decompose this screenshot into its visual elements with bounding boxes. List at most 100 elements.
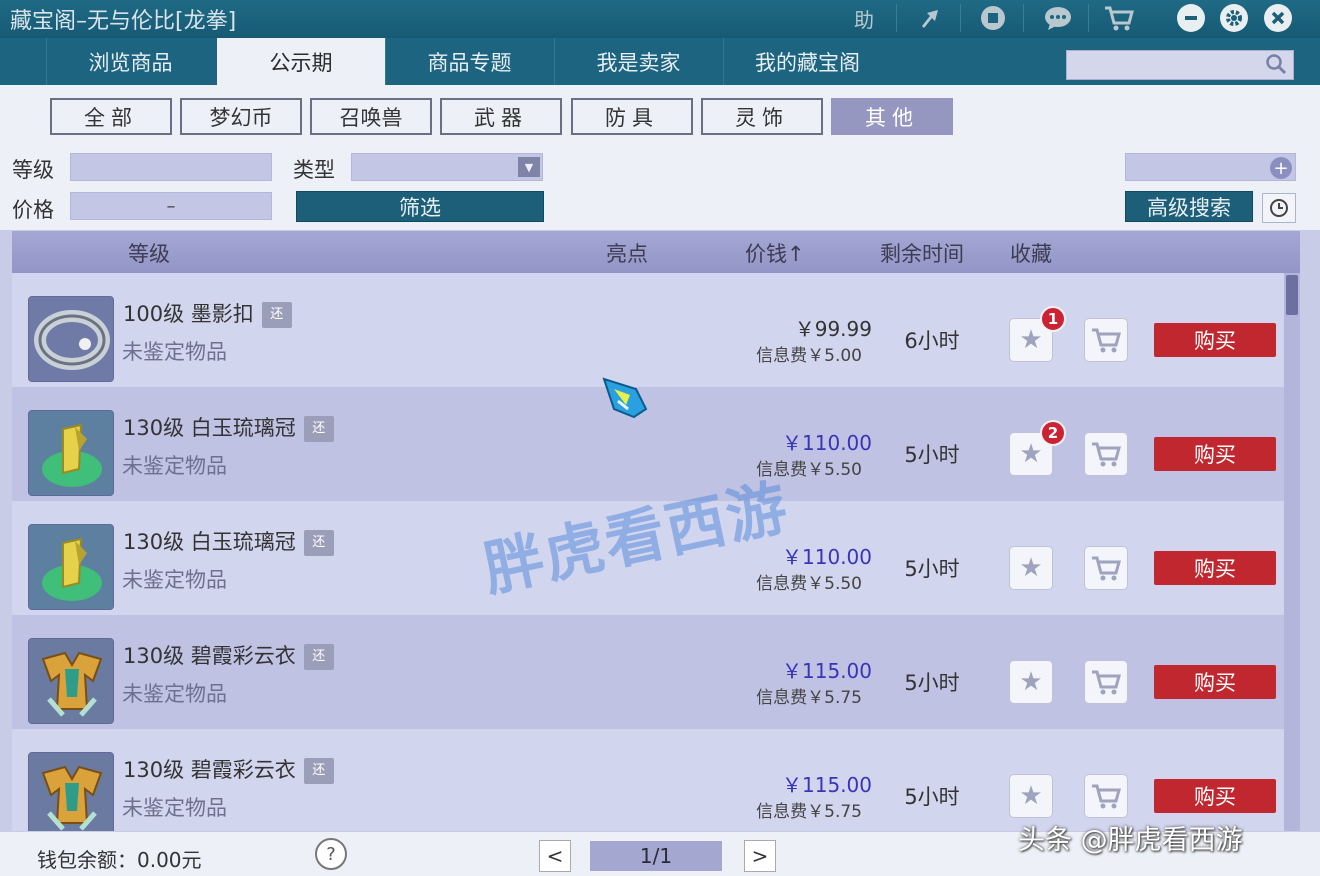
category-all[interactable]: 全部: [50, 98, 172, 135]
category-pets[interactable]: 召唤兽: [310, 98, 432, 135]
add-to-cart-button[interactable]: [1084, 660, 1128, 704]
help-tool-button[interactable]: 助: [846, 3, 882, 33]
crown-icon: [28, 524, 114, 610]
chat-icon[interactable]: [1040, 3, 1076, 33]
page-indicator: 1/1: [590, 841, 722, 871]
header-level[interactable]: 等级: [128, 238, 170, 268]
header-price[interactable]: 价钱↑: [745, 238, 805, 268]
item-fee: 信息费￥5.00: [756, 346, 862, 366]
favorite-button[interactable]: ★: [1009, 546, 1053, 590]
item-name-text: 130级 碧霞彩云衣: [123, 644, 296, 668]
crown-icon: [28, 410, 114, 496]
help-icon[interactable]: ?: [315, 838, 347, 870]
tab-public-period[interactable]: 公示期: [217, 38, 385, 85]
cart-icon[interactable]: [1101, 3, 1137, 33]
tab-browse[interactable]: 浏览商品: [46, 38, 214, 85]
share-icon[interactable]: [912, 3, 948, 33]
header-favorite[interactable]: 收藏: [1010, 238, 1052, 268]
buy-button[interactable]: 购买: [1154, 551, 1276, 585]
price-label: 价格: [12, 198, 54, 222]
return-tag: 还: [303, 758, 334, 784]
header-highlight[interactable]: 亮点: [606, 238, 648, 268]
robe-icon: [28, 752, 114, 831]
gear-icon[interactable]: [1220, 4, 1248, 32]
close-icon[interactable]: [1264, 4, 1292, 32]
category-armor[interactable]: 防具: [571, 98, 693, 135]
credit-watermark: 头条 @胖虎看西游: [1018, 825, 1243, 856]
return-tag: 还: [303, 530, 334, 556]
type-select[interactable]: ▼: [351, 153, 543, 181]
price-range-input[interactable]: –: [70, 192, 272, 220]
filter-button[interactable]: 筛选: [296, 191, 544, 222]
return-tag: 还: [261, 302, 292, 328]
scrollbar[interactable]: [1284, 273, 1300, 831]
tab-topics[interactable]: 商品专题: [385, 38, 553, 85]
tab-label: 我的藏宝阁: [755, 50, 860, 75]
extra-search-input[interactable]: +: [1125, 153, 1296, 181]
buy-button[interactable]: 购买: [1154, 323, 1276, 357]
favorite-button[interactable]: ★: [1009, 774, 1053, 818]
filter-panel: 等级 类型 ▼ + 价格 – 筛选 高级搜索: [0, 145, 1320, 230]
add-to-cart-button[interactable]: [1084, 774, 1128, 818]
table-row[interactable]: 100级 墨影扣还 未鉴定物品 ￥99.99 信息费￥5.00 6小时 ★ 1 …: [12, 273, 1284, 387]
favorite-count-badge: 2: [1040, 420, 1066, 446]
tab-seller[interactable]: 我是卖家: [554, 38, 722, 85]
header-remaining-time[interactable]: 剩余时间: [880, 238, 964, 268]
item-status: 未鉴定物品: [122, 796, 227, 820]
item-name: 130级 碧霞彩云衣还: [123, 640, 334, 670]
table-row[interactable]: 130级 碧霞彩云衣还 未鉴定物品 ￥115.00 信息费￥5.75 5小时 ★…: [12, 729, 1284, 831]
item-name: 130级 白玉琉璃冠还: [123, 526, 334, 556]
prev-page-button[interactable]: <: [539, 840, 571, 872]
item-price: ￥99.99: [794, 317, 872, 341]
buy-button[interactable]: 购买: [1154, 437, 1276, 471]
tab-my-treasure[interactable]: 我的藏宝阁: [723, 38, 891, 85]
item-fee: 信息费￥5.50: [756, 460, 862, 480]
divider: [896, 4, 897, 32]
star-icon: ★: [1019, 781, 1043, 811]
item-status: 未鉴定物品: [122, 340, 227, 364]
item-fee: 信息费￥5.75: [756, 688, 862, 708]
search-input[interactable]: [1066, 50, 1294, 80]
item-remaining-time: 5小时: [904, 557, 960, 581]
star-icon: ★: [1019, 667, 1043, 697]
search-icon[interactable]: [1265, 53, 1287, 80]
favorite-button[interactable]: ★: [1009, 660, 1053, 704]
price-separator: –: [166, 195, 176, 217]
cart-icon: [1092, 442, 1121, 467]
wallet-balance: 钱包余额：0.00元: [37, 848, 202, 872]
plus-icon[interactable]: +: [1270, 157, 1292, 179]
minimize-icon[interactable]: [1177, 4, 1205, 32]
category-other[interactable]: 其他: [831, 98, 953, 135]
main-tab-bar: 浏览商品 公示期 商品专题 我是卖家 我的藏宝阁: [0, 38, 1320, 85]
add-to-cart-button[interactable]: [1084, 318, 1128, 362]
item-status: 未鉴定物品: [122, 682, 227, 706]
item-remaining-time: 5小时: [904, 443, 960, 467]
buy-button[interactable]: 购买: [1154, 665, 1276, 699]
item-name-text: 130级 白玉琉璃冠: [123, 530, 296, 554]
item-name-text: 130级 白玉琉璃冠: [123, 416, 296, 440]
scrollbar-thumb[interactable]: [1286, 275, 1298, 315]
divider: [1023, 4, 1024, 32]
clock-icon[interactable]: [1262, 193, 1296, 223]
item-status: 未鉴定物品: [122, 454, 227, 478]
chevron-down-icon[interactable]: ▼: [518, 157, 540, 177]
category-gold[interactable]: 梦幻币: [180, 98, 302, 135]
next-page-button[interactable]: >: [744, 840, 776, 872]
table-row[interactable]: 130级 碧霞彩云衣还 未鉴定物品 ￥115.00 信息费￥5.75 5小时 ★…: [12, 615, 1284, 729]
add-to-cart-button[interactable]: [1084, 546, 1128, 590]
item-price: ￥115.00: [782, 659, 872, 683]
category-weapons[interactable]: 武器: [440, 98, 562, 135]
stop-icon[interactable]: [975, 3, 1011, 33]
tab-label: 商品专题: [427, 50, 512, 75]
cart-icon: [1092, 328, 1121, 353]
listing-table: 等级 亮点 价钱↑ 剩余时间 收藏 100级 墨影扣还 未鉴定物品 ￥99.99…: [12, 231, 1300, 831]
item-name: 130级 碧霞彩云衣还: [123, 754, 334, 784]
add-to-cart-button[interactable]: [1084, 432, 1128, 476]
table-row[interactable]: 130级 白玉琉璃冠还 未鉴定物品 ￥110.00 信息费￥5.50 5小时 ★…: [12, 501, 1284, 615]
category-accessories[interactable]: 灵饰: [701, 98, 823, 135]
buy-button[interactable]: 购买: [1154, 779, 1276, 813]
advanced-search-button[interactable]: 高级搜索: [1125, 191, 1253, 222]
tab-label: 浏览商品: [88, 50, 173, 75]
item-remaining-time: 5小时: [904, 671, 960, 695]
level-input[interactable]: [70, 153, 272, 181]
